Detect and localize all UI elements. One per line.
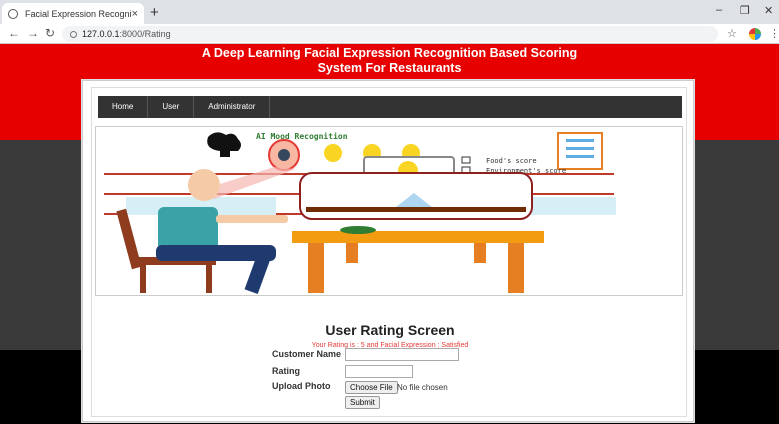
browser-tab[interactable]: Facial Expression Recognition × — [2, 3, 144, 24]
site-title: A Deep Learning Facial Expression Recogn… — [0, 46, 779, 76]
nav-administrator[interactable]: Administrator — [194, 96, 271, 118]
new-tab-button[interactable]: + — [150, 4, 159, 21]
back-button[interactable]: ← — [8, 26, 20, 40]
restaurant-illustration: AI Mood Recognition Food's score Environ… — [104, 131, 616, 295]
form-title: User Rating Screen — [325, 322, 455, 338]
rating-label: Rating — [272, 366, 300, 376]
site-title-line1: A Deep Learning Facial Expression Recogn… — [201, 46, 578, 60]
upload-photo-label: Upload Photo — [272, 381, 331, 391]
tab-strip: Facial Expression Recognition × + – ❐ ✕ — [0, 0, 779, 24]
ai-mood-label: AI Mood Recognition — [256, 131, 348, 141]
site-title-line2: System For Restaurants — [317, 61, 462, 75]
customer-name-input[interactable] — [345, 348, 459, 361]
banner-illustration: AI Mood Recognition Food's score Environ… — [95, 126, 683, 296]
rating-input[interactable] — [345, 365, 413, 378]
customer-name-label: Customer Name — [272, 349, 342, 359]
customer-name-row: Customer Name — [272, 349, 341, 359]
url-host: 127.0.0.1 — [82, 29, 120, 39]
url-path: :8000/Rating — [119, 29, 171, 39]
extension-icon[interactable] — [749, 28, 761, 40]
minimize-button[interactable]: – — [716, 4, 722, 16]
nav-user[interactable]: User — [148, 96, 195, 118]
rating-row: Rating — [272, 366, 300, 376]
address-bar[interactable]: 127.0.0.1 :8000/Rating — [62, 26, 718, 42]
upload-row: Upload Photo — [272, 381, 331, 391]
tab-close-icon[interactable]: × — [132, 8, 138, 20]
file-status: No file chosen — [397, 383, 448, 392]
info-icon — [70, 30, 77, 38]
maximize-button[interactable]: ❐ — [740, 4, 750, 17]
browser-toolbar: ← → ↻ 127.0.0.1 :8000/Rating ☆ ⋮ — [0, 24, 779, 44]
brain-icon — [207, 132, 241, 157]
tab-title: Facial Expression Recognition — [25, 8, 132, 19]
submit-button[interactable]: Submit — [345, 396, 380, 409]
reload-button[interactable]: ↻ — [45, 26, 55, 40]
browser-menu-icon[interactable]: ⋮ — [769, 27, 779, 40]
bookmark-star-icon[interactable]: ☆ — [727, 27, 737, 40]
nav-bar: Home User Administrator — [98, 96, 682, 118]
close-window-button[interactable]: ✕ — [764, 4, 773, 17]
choose-file-button[interactable]: Choose File — [345, 381, 398, 394]
food-score-label: Food's score — [486, 157, 537, 165]
nav-home[interactable]: Home — [98, 96, 149, 118]
globe-icon — [8, 8, 18, 19]
forward-button[interactable]: → — [27, 26, 39, 40]
